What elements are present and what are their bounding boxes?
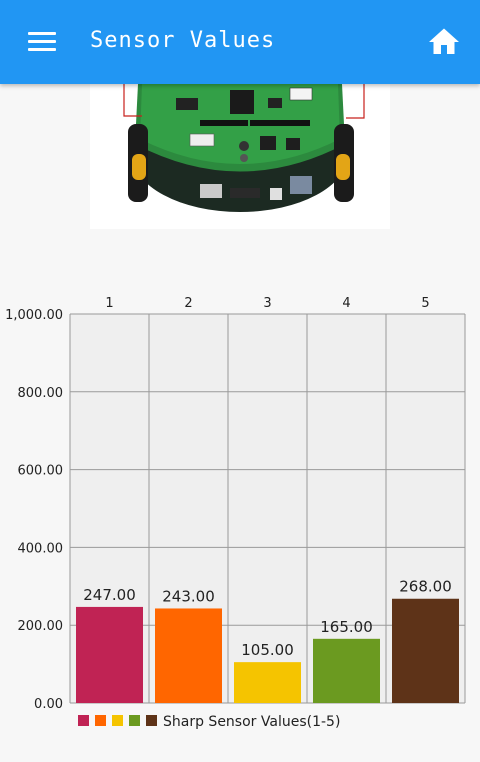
page-title: Sensor Values [90,28,276,53]
category-label: 3 [263,296,271,311]
legend-swatch [146,715,157,726]
bar-value-label: 165.00 [320,618,373,636]
y-tick-label: 600.00 [18,464,64,479]
y-tick-label: 400.00 [18,541,64,556]
bar [76,606,143,703]
robot-board-image [90,84,390,229]
hamburger-menu-icon[interactable] [22,28,62,56]
category-label: 5 [421,296,429,311]
bar [392,598,459,703]
bar [234,662,301,703]
robot-illustration [123,84,365,212]
y-tick-label: 1,000.00 [5,308,63,323]
legend-label: Sharp Sensor Values(1-5) [163,714,340,730]
legend-swatch [112,715,123,726]
category-label: 2 [184,296,192,311]
bar [155,608,222,703]
app-bar: Sensor Values [0,0,480,84]
category-label: 1 [105,296,113,311]
legend-swatch [78,715,89,726]
legend-swatch [129,715,140,726]
y-tick-label: 800.00 [18,386,64,401]
y-tick-label: 0.00 [34,697,63,712]
bar [313,638,380,703]
y-tick-label: 200.00 [18,619,64,634]
legend-swatch [95,715,106,726]
home-icon[interactable] [426,24,462,60]
category-label: 4 [342,296,350,311]
sensor-bar-chart: 0.00 200.00 400.00 600.00 800.00 1,000.00 1 2 3 4… [0,290,480,750]
chart-svg: 0.00 200.00 400.00 600.00 800.00 1,000.00 1 2 3 4… [5,296,466,730]
bar-value-label: 268.00 [399,578,452,596]
bar-value-label: 105.00 [241,641,294,659]
bar-value-label: 247.00 [83,586,136,604]
bar-value-label: 243.00 [162,587,215,605]
